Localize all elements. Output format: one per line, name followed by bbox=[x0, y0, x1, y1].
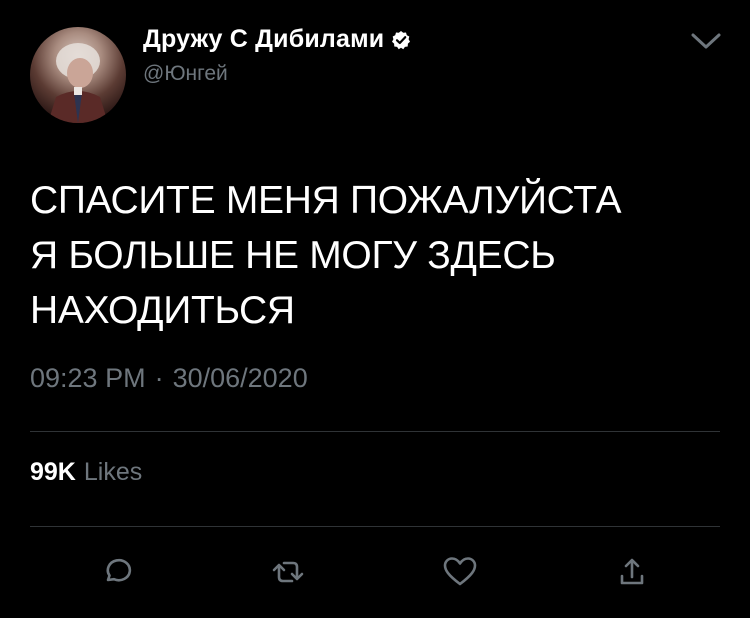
reply-icon bbox=[106, 558, 132, 582]
tweet-text: СПАСИТЕ МЕНЯ ПОЖАЛУЙСТА Я БОЛЬШЕ НЕ МОГУ… bbox=[30, 173, 621, 338]
retweet-icon bbox=[272, 561, 304, 583]
reply-button[interactable] bbox=[97, 552, 137, 592]
share-icon bbox=[620, 558, 644, 585]
retweet-button[interactable] bbox=[268, 552, 308, 592]
tweet-timestamp[interactable]: 09:23 PM · 30/06/2020 bbox=[30, 363, 308, 394]
verified-badge-icon bbox=[392, 30, 411, 49]
share-button[interactable] bbox=[612, 552, 652, 592]
timestamp-separator: · bbox=[154, 363, 164, 393]
divider bbox=[30, 431, 720, 432]
tweet-time: 09:23 PM bbox=[30, 363, 146, 393]
author-display-name[interactable]: Дружу С Дибилами bbox=[143, 25, 384, 54]
chevron-down-icon[interactable] bbox=[689, 30, 723, 52]
tweet-text-line: НАХОДИТЬСЯ bbox=[30, 289, 295, 332]
tweet-date: 30/06/2020 bbox=[172, 363, 308, 393]
tweet-text-line: СПАСИТЕ МЕНЯ ПОЖАЛУЙСТА bbox=[30, 179, 622, 222]
author-name-row[interactable]: Дружу С Дибилами bbox=[143, 25, 411, 54]
author-handle[interactable]: @Юнгей bbox=[143, 62, 228, 86]
avatar[interactable] bbox=[30, 27, 126, 123]
divider bbox=[30, 526, 720, 527]
likes-stat[interactable]: 99K Likes bbox=[30, 458, 142, 487]
tweet-text-line: Я БОЛЬШЕ НЕ МОГУ ЗДЕСЬ bbox=[30, 234, 556, 277]
likes-count: 99K bbox=[30, 458, 76, 486]
heart-icon bbox=[443, 557, 477, 586]
like-button[interactable] bbox=[440, 552, 480, 592]
likes-label: Likes bbox=[83, 458, 143, 486]
avatar-image bbox=[48, 43, 108, 123]
